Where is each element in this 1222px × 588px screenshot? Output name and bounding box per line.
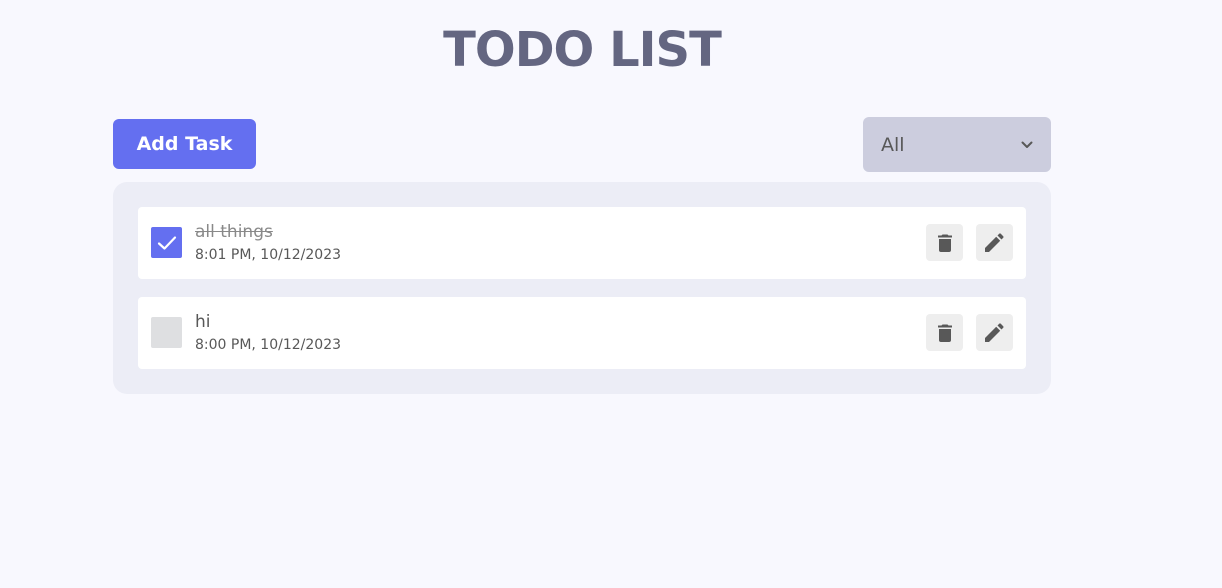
status-filter-select[interactable]: All — [863, 117, 1051, 172]
filter-selected-value: All — [881, 133, 905, 156]
todo-checkbox[interactable] — [151, 227, 182, 258]
todo-title: hi — [195, 312, 211, 332]
pencil-icon — [985, 323, 1004, 342]
todo-app: TODO LIST Add Task All all things 8:01 P… — [0, 0, 1222, 588]
add-task-button[interactable]: Add Task — [113, 119, 256, 169]
trash-icon — [937, 324, 952, 342]
chevron-down-icon — [1021, 141, 1033, 148]
todo-text: all things 8:01 PM, 10/12/2023 — [195, 221, 341, 265]
todo-text: hi 8:00 PM, 10/12/2023 — [195, 311, 341, 355]
todo-item: hi 8:00 PM, 10/12/2023 — [138, 297, 1026, 369]
todo-item: all things 8:01 PM, 10/12/2023 — [138, 207, 1026, 279]
todo-timestamp: 8:01 PM, 10/12/2023 — [195, 247, 342, 263]
page-title: TODO LIST — [443, 22, 722, 78]
pencil-icon — [985, 233, 1004, 252]
edit-button[interactable] — [976, 314, 1013, 351]
todo-timestamp: 8:00 PM, 10/12/2023 — [195, 337, 342, 353]
delete-button[interactable] — [926, 224, 963, 261]
todo-checkbox[interactable] — [151, 317, 182, 348]
delete-button[interactable] — [926, 314, 963, 351]
trash-icon — [937, 234, 952, 252]
todo-title: all things — [195, 222, 273, 242]
todo-list-panel: all things 8:01 PM, 10/12/2023 hi 8:00 P… — [113, 182, 1051, 394]
edit-button[interactable] — [976, 224, 1013, 261]
check-icon — [157, 235, 176, 250]
